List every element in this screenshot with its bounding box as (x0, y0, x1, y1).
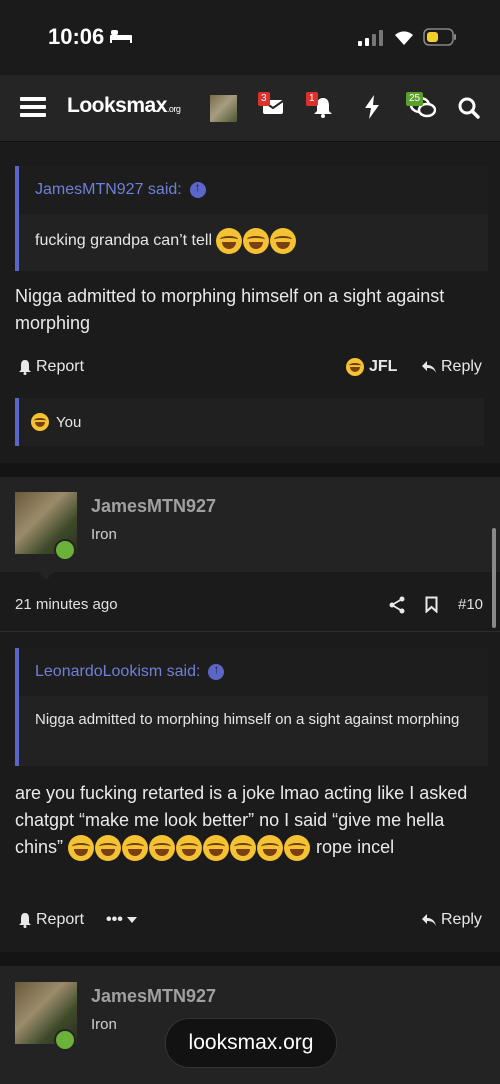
go-to-quote-icon[interactable] (208, 662, 225, 680)
reply-arrow-icon (422, 361, 436, 373)
search-icon[interactable] (458, 97, 480, 119)
laughing-emoji (95, 835, 122, 862)
logo-text: Looksmax (67, 94, 167, 117)
share-icon[interactable] (389, 596, 405, 614)
laughing-emoji (230, 835, 257, 862)
sleep-focus-icon (110, 30, 132, 43)
laughing-emoji (216, 228, 243, 254)
quote-block: LeonardoLookism said: Nigga admitted to … (15, 648, 488, 766)
laughing-emoji (176, 835, 203, 862)
quote-text-row: fucking grandpa can’t tell (19, 214, 488, 268)
wifi-icon (395, 31, 413, 45)
go-to-quote-icon[interactable] (189, 180, 206, 198)
laughing-emoji (243, 228, 270, 254)
inbox-badge: 3 (258, 92, 270, 106)
author-username[interactable]: JamesMTN927 (91, 496, 216, 517)
report-button[interactable]: Report (18, 358, 84, 376)
reply-label: Reply (441, 911, 482, 928)
quote-text: Nigga admitted to morphing himself on a … (35, 711, 460, 728)
online-status-indicator (54, 1029, 76, 1051)
post-body: are you fucking retarted is a joke lmao … (15, 780, 485, 862)
report-label: Report (36, 358, 85, 375)
battery-icon (423, 28, 456, 46)
post-body: Nigga admitted to morphing himself on a … (15, 286, 445, 333)
status-bar: 10:06 (0, 0, 500, 75)
chevron-down-icon (126, 917, 137, 923)
laughing-emoji (149, 835, 176, 862)
reply-button[interactable]: Reply (421, 358, 482, 376)
quote-block: JamesMTN927 said: fucking grandpa can’t … (15, 166, 488, 271)
laughing-emoji (122, 835, 149, 862)
lightning-bolt-icon[interactable] (364, 95, 380, 119)
post-timestamp[interactable]: 21 minutes ago (15, 596, 118, 613)
reply-label: Reply (441, 358, 482, 375)
bell-icon (19, 913, 31, 928)
quote-header[interactable]: JamesMTN927 said: (19, 166, 488, 214)
bookmark-icon[interactable] (425, 596, 438, 613)
post-body-text-end: rope incel (316, 837, 395, 857)
laughing-emoji (270, 228, 297, 254)
user-avatar[interactable] (210, 95, 237, 122)
laughing-emoji (203, 835, 230, 862)
online-status-indicator (54, 539, 76, 561)
post-separator (0, 463, 500, 477)
activity-badge: 25 (406, 92, 424, 106)
post-meta-row: 21 minutes ago #10 (0, 579, 500, 632)
report-button[interactable]: Report (18, 911, 84, 929)
reply-button[interactable]: Reply (421, 911, 482, 929)
logo-suffix: .org (166, 104, 181, 114)
alerts-badge: 1 (306, 92, 318, 106)
quote-author[interactable]: LeonardoLookism said: (35, 663, 200, 681)
hamburger-menu-icon[interactable] (20, 96, 46, 118)
post-number[interactable]: #10 (458, 596, 483, 613)
reaction-users[interactable]: You (56, 414, 81, 431)
laughing-emoji (68, 835, 95, 862)
jfl-label: JFL (369, 358, 398, 375)
bell-icon (19, 360, 31, 375)
laughing-emoji (31, 413, 49, 431)
author-user-title: Iron (91, 526, 117, 543)
domain-toast: looksmax.org (165, 1018, 337, 1068)
jfl-reaction-button[interactable]: JFL (346, 358, 397, 376)
quote-text: fucking grandpa can’t tell (35, 232, 212, 250)
scrollbar[interactable] (492, 528, 496, 628)
quote-author[interactable]: JamesMTN927 said: (35, 181, 182, 199)
laughing-emoji (257, 835, 284, 862)
status-time: 10:06 (48, 24, 105, 49)
laughing-emoji (346, 358, 364, 376)
site-logo[interactable]: Looksmax.org (67, 94, 181, 118)
post-separator (0, 952, 500, 966)
laughing-emoji (284, 835, 311, 862)
more-options-label: ••• (106, 911, 123, 928)
more-options-button[interactable]: ••• (106, 911, 137, 929)
report-label: Report (36, 911, 85, 928)
reply-arrow-icon (422, 914, 436, 926)
quote-header[interactable]: LeonardoLookism said: (19, 648, 488, 696)
cellular-signal-icon (358, 30, 383, 46)
author-username[interactable]: JamesMTN927 (91, 986, 216, 1007)
author-user-title: Iron (91, 1016, 117, 1033)
reactions-summary[interactable]: You (15, 398, 484, 446)
